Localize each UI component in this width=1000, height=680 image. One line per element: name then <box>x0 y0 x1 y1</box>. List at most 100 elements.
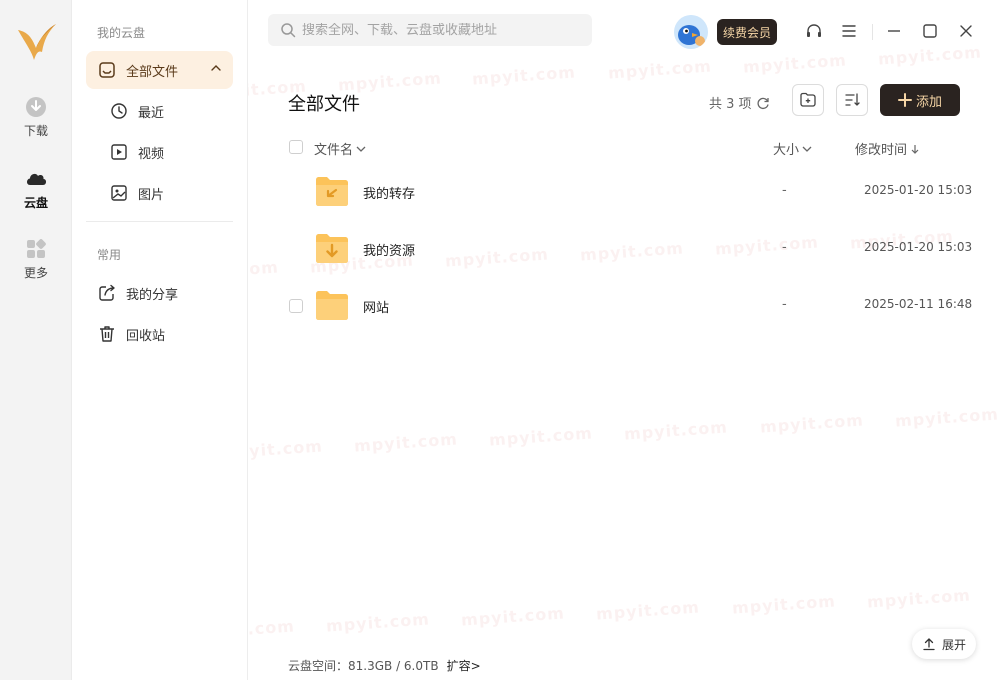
column-header-size[interactable]: 大小 <box>773 139 812 158</box>
rail-item-cloud[interactable]: 云盘 <box>0 168 72 211</box>
sidebar-item-label: 图片 <box>138 187 165 203</box>
rail-item-label: 更多 <box>23 266 48 280</box>
expand-button-label: 展开 <box>941 637 966 652</box>
watermark: mpyit.com <box>731 591 837 618</box>
trash-icon <box>100 326 114 342</box>
file-size: - <box>782 297 787 312</box>
table-row[interactable]: 我的转存 - 2025-01-20 15:03 <box>280 164 990 220</box>
sidebar-item-label: 最近 <box>138 105 165 121</box>
section-title-common: 常用 <box>97 248 122 262</box>
watermark: mpyit.com <box>877 42 983 69</box>
renew-vip-button[interactable]: 续费会员 <box>717 19 777 45</box>
section-title-cloud: 我的云盘 <box>97 26 146 40</box>
search-bar[interactable] <box>268 14 592 46</box>
arrow-down-icon <box>911 144 919 154</box>
sidebar-divider <box>86 221 233 222</box>
sidebar-item-label: 回收站 <box>126 328 166 344</box>
folder-download-icon <box>316 234 348 263</box>
file-size: - <box>782 240 787 255</box>
watermark: mpyit.com <box>488 423 594 450</box>
maximize-icon[interactable] <box>921 22 939 40</box>
watermark: mpyit.com <box>471 62 577 89</box>
file-size: - <box>782 183 787 198</box>
storage-text: 云盘空间：81.3GB / 6.0TB <box>288 659 439 673</box>
expand-button[interactable]: 展开 <box>912 629 976 659</box>
chevron-down-icon <box>356 146 366 152</box>
watermark: mpyit.com <box>759 410 865 437</box>
rail-item-label: 云盘 <box>23 196 48 210</box>
new-folder-button[interactable] <box>792 84 824 116</box>
add-button[interactable]: 添加 <box>880 84 960 116</box>
sidebar-item-label: 我的分享 <box>126 287 179 303</box>
file-name[interactable]: 网站 <box>363 297 389 316</box>
inbox-icon <box>99 62 115 78</box>
search-icon <box>281 23 296 38</box>
app-window: mpyit.com mpyit.com mpyit.com mpyit.com … <box>0 0 1000 680</box>
sort-button[interactable] <box>836 84 868 116</box>
sidebar-item-label: 视频 <box>138 146 165 162</box>
watermark: mpyit.com <box>460 603 566 630</box>
avatar[interactable] <box>674 15 708 49</box>
file-name[interactable]: 我的资源 <box>363 240 415 259</box>
add-button-label: 添加 <box>915 94 942 110</box>
expand-capacity-link[interactable]: 扩容> <box>447 657 481 674</box>
watermark: mpyit.com <box>595 597 701 624</box>
search-input[interactable] <box>302 22 572 38</box>
watermark: mpyit.com <box>353 429 459 456</box>
close-icon[interactable] <box>957 22 975 40</box>
file-name[interactable]: 我的转存 <box>363 183 415 202</box>
clock-icon <box>111 103 127 119</box>
page-title: 全部文件 <box>288 94 360 115</box>
file-mtime: 2025-01-20 15:03 <box>864 183 973 197</box>
sidebar-item-images[interactable]: 图片 <box>86 174 233 212</box>
table-row[interactable]: 网站 - 2025-02-11 16:48 <box>280 278 990 334</box>
app-rail: 下载 云盘 更多 <box>0 0 72 680</box>
app-logo-icon <box>18 24 56 60</box>
watermark: mpyit.com <box>742 50 848 77</box>
table-row[interactable]: 我的资源 - 2025-01-20 15:03 <box>280 221 990 277</box>
column-header-label: 文件名 <box>314 143 354 158</box>
sidebar-item-recent[interactable]: 最近 <box>86 92 233 130</box>
sidebar-item-label: 全部文件 <box>126 64 179 80</box>
chevron-down-icon <box>802 146 812 152</box>
headset-icon[interactable] <box>805 22 823 40</box>
rail-item-more[interactable]: 更多 <box>0 238 72 281</box>
folder-icon <box>316 291 348 320</box>
file-mtime: 2025-02-11 16:48 <box>864 297 973 311</box>
refresh-icon[interactable] <box>756 96 770 110</box>
sidebar-item-my-share[interactable]: 我的分享 <box>86 274 233 312</box>
column-header-label: 修改时间 <box>855 143 908 158</box>
column-header-name[interactable]: 文件名 <box>314 139 366 158</box>
folder-transfer-icon <box>316 177 348 206</box>
cloud-sidebar: 我的云盘 全部文件 最近 视频 图片 常用 我的分享 回收站 <box>72 0 248 680</box>
more-apps-icon <box>27 239 46 258</box>
item-count: 共 3 项 <box>709 93 770 112</box>
column-header-mtime[interactable]: 修改时间 <box>855 139 920 158</box>
watermark: mpyit.com <box>623 417 729 444</box>
column-header-label: 大小 <box>773 143 800 158</box>
menu-icon[interactable] <box>840 22 858 40</box>
watermark: mpyit.com <box>866 585 972 612</box>
sidebar-item-recycle[interactable]: 回收站 <box>86 315 233 353</box>
chevron-up-icon[interactable] <box>211 63 221 73</box>
cloud-icon <box>27 173 47 185</box>
upload-icon <box>923 638 935 651</box>
sidebar-item-all-files[interactable]: 全部文件 <box>86 51 233 89</box>
rail-item-download[interactable]: 下载 <box>0 96 72 139</box>
watermark: mpyit.com <box>325 609 431 636</box>
sidebar-item-video[interactable]: 视频 <box>86 133 233 171</box>
select-all-checkbox[interactable] <box>289 140 303 154</box>
minimize-icon[interactable] <box>885 22 903 40</box>
image-icon <box>111 185 127 201</box>
watermark: mpyit.com <box>894 404 1000 431</box>
download-icon <box>26 97 46 117</box>
file-mtime: 2025-01-20 15:03 <box>864 240 973 254</box>
plus-icon <box>897 93 912 107</box>
new-folder-icon <box>800 92 816 107</box>
storage-info: 云盘空间：81.3GB / 6.0TB 扩容> <box>288 657 481 674</box>
toolbar-divider <box>872 24 873 40</box>
watermark: mpyit.com <box>607 56 713 83</box>
play-icon <box>111 144 127 160</box>
rail-item-label: 下载 <box>23 124 48 138</box>
item-count-text: 共 3 项 <box>709 97 752 112</box>
